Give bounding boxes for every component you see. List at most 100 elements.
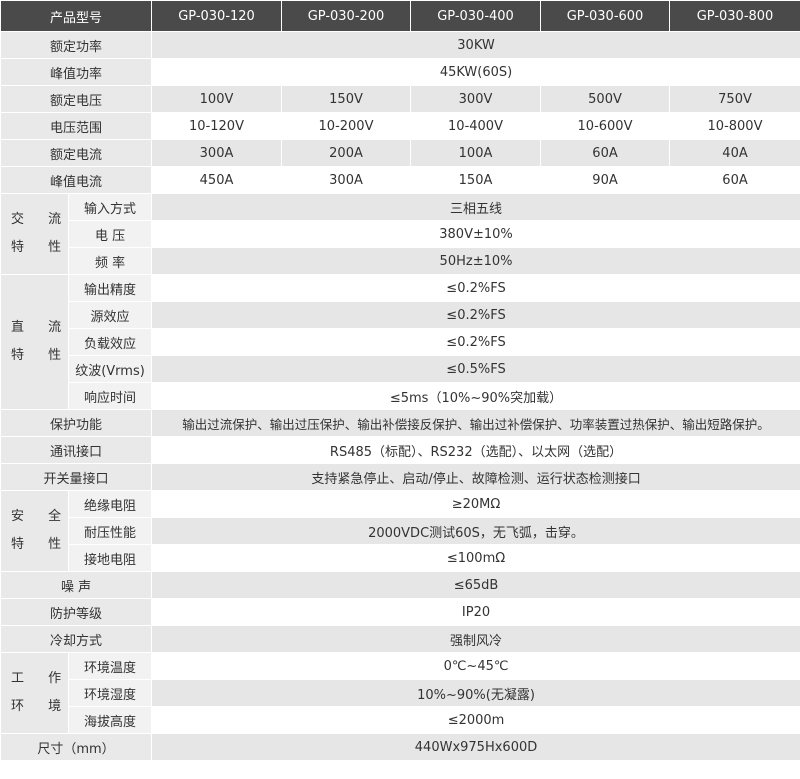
voltage-range-3: 10-400V xyxy=(410,112,542,140)
safety-grounding-row: 接地电阻 ≤100mΩ xyxy=(1,544,800,572)
noise-label: 噪 声 xyxy=(0,571,153,599)
env-group-label: 工 作 环 境 xyxy=(0,652,69,734)
dc-output-accuracy-label: 输出精度 xyxy=(67,274,153,302)
rated-voltage-2: 150V xyxy=(281,85,412,113)
dc-load-effect-label: 负载效应 xyxy=(67,328,153,356)
rated-current-2: 200A xyxy=(281,139,412,167)
rated-voltage-1: 100V xyxy=(151,85,283,113)
dc-ripple-label: 纹波(Vrms) xyxy=(67,355,153,383)
switch-interface-label: 开关量接口 xyxy=(0,463,153,491)
rated-power-row: 额定功率 30KW xyxy=(0,31,800,59)
header-model-4: GP-030-600 xyxy=(540,0,671,32)
ip-rating-label: 防护等级 xyxy=(0,598,153,626)
ac-group-label: 交 流 特 性 xyxy=(0,193,69,275)
rated-current-4: 60A xyxy=(540,139,671,167)
voltage-range-1: 10-120V xyxy=(151,112,283,140)
safety-insulation-row: 安 全 特 性 绝缘电阻 ≥20MΩ xyxy=(0,490,800,572)
dc-response-time-label: 响应时间 xyxy=(67,382,153,410)
env-temperature-value: 0℃~45℃ xyxy=(151,652,800,680)
rated-current-row: 额定电流 300A 200A 100A 60A 40A xyxy=(0,139,800,167)
env-temperature-row: 工 作 环 境 环境温度 0℃~45℃ xyxy=(0,652,800,734)
size-value: 440Wx975Hx600D xyxy=(151,733,800,761)
dc-group-line1: 直 流 xyxy=(11,320,69,335)
ac-frequency-value: 50Hz±10% xyxy=(151,247,800,275)
peak-current-2: 300A xyxy=(281,166,412,194)
dc-source-effect-row: 源效应 ≤0.2%FS xyxy=(1,301,800,329)
dc-source-effect-label: 源效应 xyxy=(67,301,153,329)
rated-voltage-4: 500V xyxy=(540,85,671,113)
voltage-range-5: 10-800V xyxy=(669,112,800,140)
ac-group-line1: 交 流 xyxy=(11,212,69,227)
switch-interface-row: 开关量接口 支持紧急停止、启动/停止、故障检测、运行状态检测接口 xyxy=(0,463,800,491)
noise-value: ≤65dB xyxy=(151,571,800,599)
ip-rating-row: 防护等级 IP20 xyxy=(0,598,800,626)
header-model-2: GP-030-200 xyxy=(281,0,412,32)
safety-insulation-value: ≥20MΩ xyxy=(151,490,800,518)
dc-output-accuracy-value: ≤0.2%FS xyxy=(151,274,800,302)
safety-group-label: 安 全 特 性 xyxy=(0,490,69,572)
communication-value: RS485（标配）、RS232（选配）、以太网（选配） xyxy=(151,436,800,464)
protection-row: 保护功能 输出过流保护、输出过压保护、输出补偿接反保护、输出过补偿保护、功率装置… xyxy=(0,409,800,437)
env-group-line2: 环 境 xyxy=(11,699,69,714)
safety-grounding-value: ≤100mΩ xyxy=(151,544,800,572)
rated-voltage-row: 额定电压 100V 150V 300V 500V 750V xyxy=(0,85,800,113)
dc-load-effect-value: ≤0.2%FS xyxy=(151,328,800,356)
size-label: 尺寸（mm） xyxy=(0,733,153,761)
env-humidity-label: 环境湿度 xyxy=(67,679,153,707)
header-model-3: GP-030-400 xyxy=(410,0,542,32)
ac-input-mode-label: 输入方式 xyxy=(67,193,153,221)
peak-power-value: 45KW(60S) xyxy=(151,58,800,86)
voltage-range-4: 10-600V xyxy=(540,112,671,140)
safety-insulation-label: 绝缘电阻 xyxy=(67,490,153,518)
rated-power-value: 30KW xyxy=(151,31,800,59)
env-temperature-label: 环境温度 xyxy=(67,652,153,680)
ac-frequency-label: 频 率 xyxy=(67,247,153,275)
rated-voltage-5: 750V xyxy=(669,85,800,113)
communication-label: 通讯接口 xyxy=(0,436,153,464)
voltage-range-row: 电压范围 10-120V 10-200V 10-400V 10-600V 10-… xyxy=(0,112,800,140)
env-altitude-value: ≤2000m xyxy=(151,706,800,734)
peak-current-label: 峰值电流 xyxy=(0,166,153,194)
dc-response-time-value: ≤5ms（10%~90%突加载） xyxy=(151,382,800,410)
dc-ripple-row: 纹波(Vrms) ≤0.5%FS xyxy=(1,355,800,383)
safety-grounding-label: 接地电阻 xyxy=(67,544,153,572)
cooling-value: 强制风冷 xyxy=(151,625,800,653)
rated-current-5: 40A xyxy=(669,139,800,167)
peak-current-row: 峰值电流 450A 300A 150A 90A 60A xyxy=(0,166,800,194)
dc-response-time-row: 响应时间 ≤5ms（10%~90%突加载） xyxy=(1,382,800,410)
dc-group-line2: 特 性 xyxy=(11,348,69,363)
protection-label: 保护功能 xyxy=(0,409,153,437)
cooling-row: 冷却方式 强制风冷 xyxy=(0,625,800,653)
safety-withstand-value: 2000VDC测试60S，无飞弧，击穿。 xyxy=(151,517,800,545)
noise-row: 噪 声 ≤65dB xyxy=(0,571,800,599)
ac-voltage-row: 电 压 380V±10% xyxy=(1,220,800,248)
peak-current-3: 150A xyxy=(410,166,542,194)
ac-voltage-value: 380V±10% xyxy=(151,220,800,248)
peak-current-4: 90A xyxy=(540,166,671,194)
env-altitude-row: 海拔高度 ≤2000m xyxy=(1,706,800,734)
voltage-range-label: 电压范围 xyxy=(0,112,153,140)
ip-rating-value: IP20 xyxy=(151,598,800,626)
ac-frequency-row: 频 率 50Hz±10% xyxy=(1,247,800,275)
size-row: 尺寸（mm） 440Wx975Hx600D xyxy=(0,733,800,761)
rated-current-1: 300A xyxy=(151,139,283,167)
env-humidity-row: 环境湿度 10%~90%(无凝露) xyxy=(1,679,800,707)
safety-group-line2: 特 性 xyxy=(11,537,69,552)
spec-table: 产品型号 GP-030-120 GP-030-200 GP-030-400 GP… xyxy=(0,0,800,761)
rated-voltage-3: 300V xyxy=(410,85,542,113)
protection-value: 输出过流保护、输出过压保护、输出补偿接反保护、输出过补偿保护、功率装置过热保护、… xyxy=(151,409,800,437)
switch-interface-value: 支持紧急停止、启动/停止、故障检测、运行状态检测接口 xyxy=(151,463,800,491)
peak-power-label: 峰值功率 xyxy=(0,58,153,86)
ac-input-mode-row: 交 流 特 性 输入方式 三相五线 xyxy=(0,193,800,275)
safety-group-line1: 安 全 xyxy=(11,509,69,524)
env-humidity-value: 10%~90%(无凝露) xyxy=(151,679,800,707)
dc-output-accuracy-row: 直 流 特 性 输出精度 ≤0.2%FS xyxy=(0,274,800,410)
env-altitude-label: 海拔高度 xyxy=(67,706,153,734)
dc-load-effect-row: 负载效应 ≤0.2%FS xyxy=(1,328,800,356)
rated-voltage-label: 额定电压 xyxy=(0,85,153,113)
env-group-line1: 工 作 xyxy=(11,671,69,686)
ac-input-mode-value: 三相五线 xyxy=(151,193,800,221)
voltage-range-2: 10-200V xyxy=(281,112,412,140)
ac-voltage-label: 电 压 xyxy=(67,220,153,248)
rated-power-label: 额定功率 xyxy=(0,31,153,59)
